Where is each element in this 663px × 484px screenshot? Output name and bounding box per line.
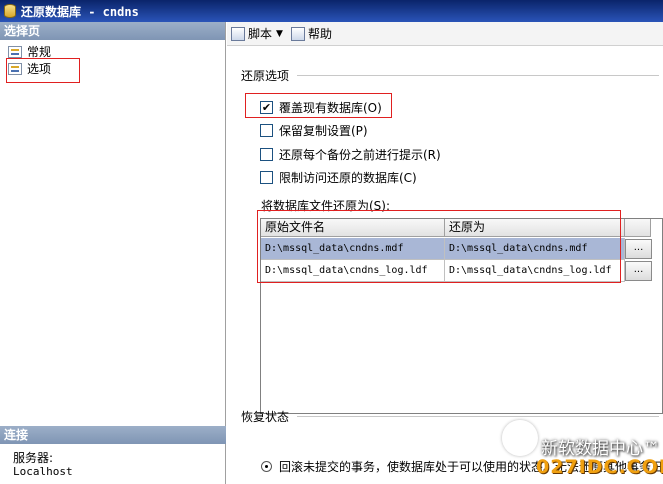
right-pane: 脚本 ▼ 帮助 还原选项 ✔ 覆盖现有数据库(O) 保留复制设置(P) 还原每个…	[227, 22, 663, 484]
highlight-box-overwrite	[245, 93, 392, 118]
server-label: 服务器:	[13, 451, 54, 465]
section-divider	[297, 75, 659, 76]
recovery-option-radio[interactable]: 回滚未提交的事务，使数据库处于可以使用的状态。无法还原其他事务日	[261, 458, 663, 475]
checkbox-label: 限制访问还原的数据库(C)	[279, 171, 417, 185]
recovery-option-label: 回滚未提交的事务，使数据库处于可以使用的状态。无法还原其他事务日	[279, 460, 663, 474]
help-button[interactable]: 帮助	[290, 25, 332, 42]
toolbar: 脚本 ▼ 帮助	[227, 22, 663, 46]
title-bar: 还原数据库 - cndns	[0, 0, 663, 22]
radio-selected-icon	[261, 461, 272, 472]
browse-button[interactable]: ...	[625, 239, 652, 259]
checkbox-label: 保留复制设置(P)	[279, 124, 368, 138]
section-divider	[297, 416, 659, 417]
checkbox-label: 还原每个备份之前进行提示(R)	[279, 148, 441, 162]
prompt-before-restore-checkbox[interactable]: 还原每个备份之前进行提示(R)	[260, 146, 441, 163]
server-value: Localhost	[13, 465, 73, 478]
keep-replication-checkbox[interactable]: 保留复制设置(P)	[260, 122, 368, 139]
recovery-state-label: 恢复状态	[241, 410, 290, 424]
restore-options-label: 还原选项	[241, 69, 290, 83]
checkbox-unchecked-icon	[260, 124, 273, 137]
connection-header: 连接	[0, 426, 226, 444]
checkbox-unchecked-icon	[260, 148, 273, 161]
database-icon	[4, 4, 16, 18]
script-icon	[231, 26, 245, 41]
help-label: 帮助	[307, 27, 332, 41]
highlight-box-files	[257, 210, 621, 283]
dropdown-caret-icon: ▼	[276, 28, 283, 39]
window-title: 还原数据库 - cndns	[21, 4, 139, 19]
highlight-box-options	[6, 58, 80, 83]
browse-button[interactable]: ...	[625, 261, 652, 281]
page-icon	[8, 45, 22, 58]
script-button[interactable]: 脚本 ▼	[231, 25, 283, 42]
script-label: 脚本	[248, 27, 273, 41]
checkbox-unchecked-icon	[260, 171, 273, 184]
column-header-browse	[625, 219, 651, 237]
left-pane: 选择页 常规 选项 连接 服务器: Localhost	[0, 22, 226, 484]
connection-info: 服务器: Localhost	[13, 451, 73, 479]
restrict-access-checkbox[interactable]: 限制访问还原的数据库(C)	[260, 169, 417, 186]
select-page-header: 选择页	[0, 22, 225, 40]
help-icon	[290, 26, 305, 41]
